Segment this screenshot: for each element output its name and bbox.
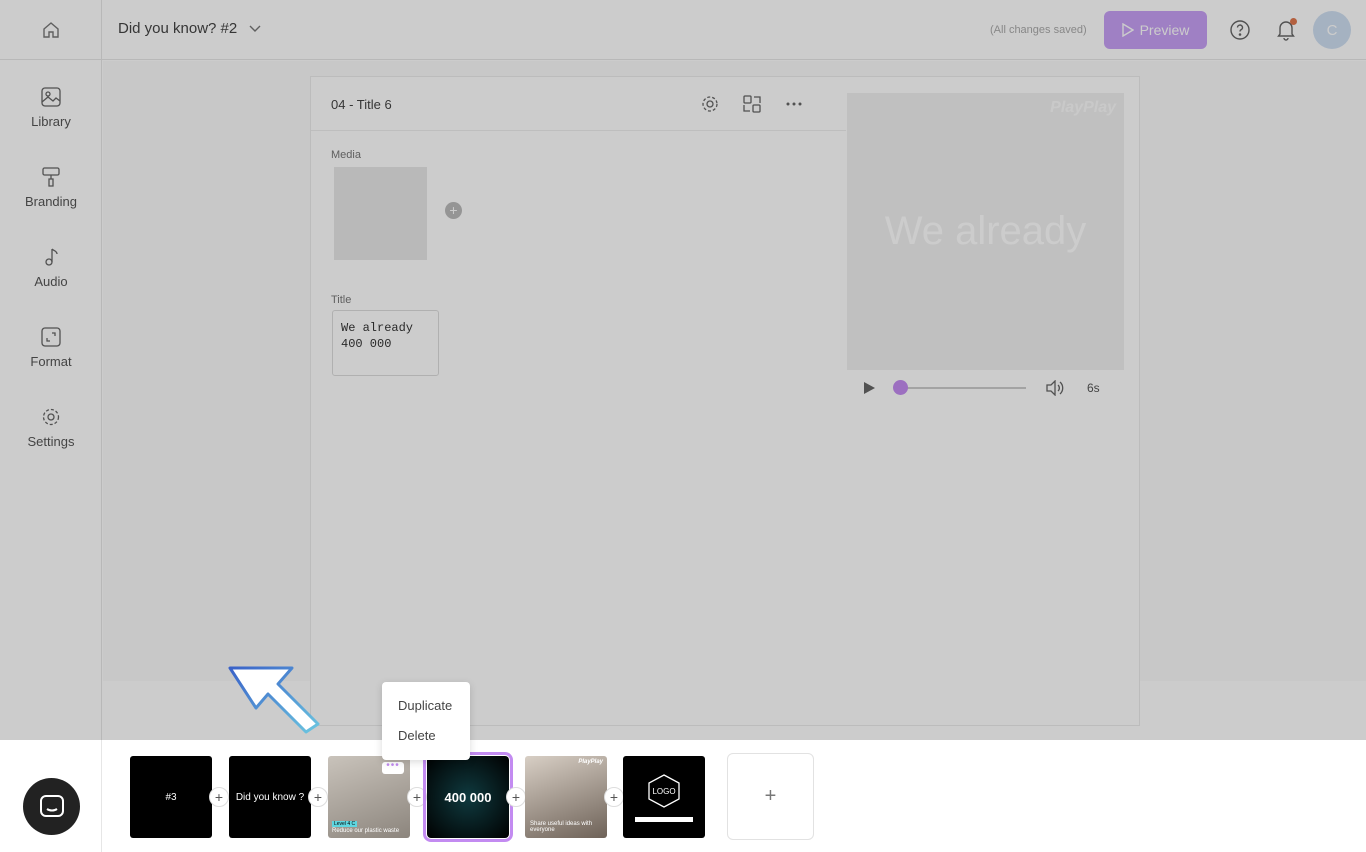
media-label: Media (331, 149, 361, 161)
insert-slide-button[interactable]: + (407, 787, 427, 807)
preview-text: We already (884, 209, 1087, 253)
gear-icon[interactable] (700, 94, 720, 114)
slide-thumbnail-text: 400 000 (444, 789, 492, 805)
menu-item-duplicate[interactable]: Duplicate (398, 698, 452, 713)
slide-editor-header: 04 - Title 6 (311, 77, 846, 131)
slide-thumbnail-text: Reduce our plastic waste (332, 828, 400, 834)
preview-button[interactable]: Preview (1104, 11, 1207, 49)
slide-editor-panel: 04 - Title 6 Media + Title We already 40… (310, 76, 1140, 726)
sidebar-item-audio[interactable]: Audio (0, 246, 102, 316)
insert-slide-button[interactable]: + (506, 787, 526, 807)
add-slide-button[interactable]: + (727, 753, 814, 840)
add-media-button[interactable]: + (445, 202, 462, 219)
chat-icon (39, 794, 64, 817)
help-icon[interactable] (1229, 19, 1251, 41)
progress-track[interactable] (900, 387, 1026, 389)
home-button[interactable] (0, 0, 102, 60)
slide-thumbnail-text: LOGO (652, 787, 675, 796)
slide-more-button[interactable]: ••• (382, 761, 404, 774)
divider (101, 740, 102, 852)
main-area: 04 - Title 6 Media + Title We already 40… (103, 61, 1366, 726)
slide-thumbnail-text: Did you know ? (235, 791, 305, 803)
notification-dot (1290, 18, 1297, 25)
slide-thumbnail-selected[interactable]: 400 000 (423, 752, 513, 842)
menu-item-delete[interactable]: Delete (398, 728, 436, 743)
slide-preview: PlayPlay We already (847, 93, 1124, 370)
title-input[interactable]: We already 400 000 (332, 310, 439, 376)
logo-hexagon-icon: LOGO (648, 773, 680, 808)
insert-slide-button[interactable]: + (604, 787, 624, 807)
format-icon (41, 327, 61, 347)
slide-thumbnail-caption: Level 4 C Reduce our plastic waste (332, 821, 399, 834)
home-icon (42, 22, 59, 38)
slide-thumbnail-badge: Level 4 C (332, 821, 358, 827)
more-icon[interactable] (784, 94, 804, 114)
slide-thumbnail-logo: PlayPlay (578, 759, 603, 765)
sidebar: Library Branding Audio Format Settings (0, 60, 102, 852)
chat-button[interactable] (23, 778, 80, 835)
preview-label: Preview (1139, 22, 1190, 38)
sidebar-item-label: Audio (34, 274, 68, 289)
title-label: Title (331, 294, 352, 306)
swap-media-icon[interactable] (742, 94, 762, 114)
slide-thumbnail-text: Share useful ideas with everyone (530, 821, 593, 833)
volume-icon[interactable] (1045, 380, 1065, 396)
slide-thumbnail[interactable]: LOGO (623, 756, 705, 838)
slide-thumbnail[interactable]: #3 (130, 756, 212, 838)
app-window: Did you know? #2 (All changes saved) Pre… (0, 0, 1366, 852)
paint-roller-icon (42, 167, 60, 187)
sidebar-item-label: Settings (27, 434, 75, 449)
play-outline-icon (1121, 23, 1134, 37)
top-bar: Did you know? #2 (All changes saved) Pre… (0, 0, 1366, 60)
sidebar-item-label: Branding (24, 194, 78, 209)
project-title-dropdown[interactable]: Did you know? #2 (118, 20, 261, 37)
logo-bar (635, 816, 693, 822)
slide-title: 04 - Title 6 (331, 97, 392, 112)
sidebar-item-settings[interactable]: Settings (0, 406, 102, 476)
sidebar-item-library[interactable]: Library (0, 86, 102, 156)
slide-thumbnail-text: #3 (165, 791, 177, 803)
media-thumbnail[interactable] (334, 167, 427, 260)
avatar[interactable]: C (1313, 11, 1351, 49)
insert-slide-button[interactable]: + (209, 787, 229, 807)
slide-thumbnail[interactable]: Did you know ? (229, 756, 311, 838)
preview-logo: PlayPlay (1050, 99, 1116, 116)
sidebar-item-format[interactable]: Format (0, 326, 102, 396)
insert-slide-button[interactable]: + (308, 787, 328, 807)
preview-player: 6s (847, 375, 1124, 401)
context-menu: Duplicate Delete (382, 682, 470, 760)
sidebar-item-branding[interactable]: Branding (0, 166, 102, 236)
music-note-icon (45, 248, 58, 266)
gear-icon (42, 408, 60, 426)
timeline-strip: #3 + Did you know ? + Level 4 C Reduce o… (0, 740, 1366, 852)
sidebar-item-label: Library (31, 114, 71, 129)
chevron-down-icon (249, 25, 261, 32)
play-icon[interactable] (863, 381, 876, 395)
image-icon (41, 87, 61, 107)
project-title: Did you know? #2 (118, 20, 238, 37)
duration: 6s (1087, 381, 1100, 395)
pointer-arrow-icon (228, 666, 320, 734)
sidebar-item-label: Format (30, 354, 72, 369)
slide-thumbnail[interactable]: PlayPlay Share useful ideas with everyon… (525, 756, 607, 838)
save-status: (All changes saved) (990, 24, 1087, 36)
progress-knob[interactable] (893, 380, 908, 395)
